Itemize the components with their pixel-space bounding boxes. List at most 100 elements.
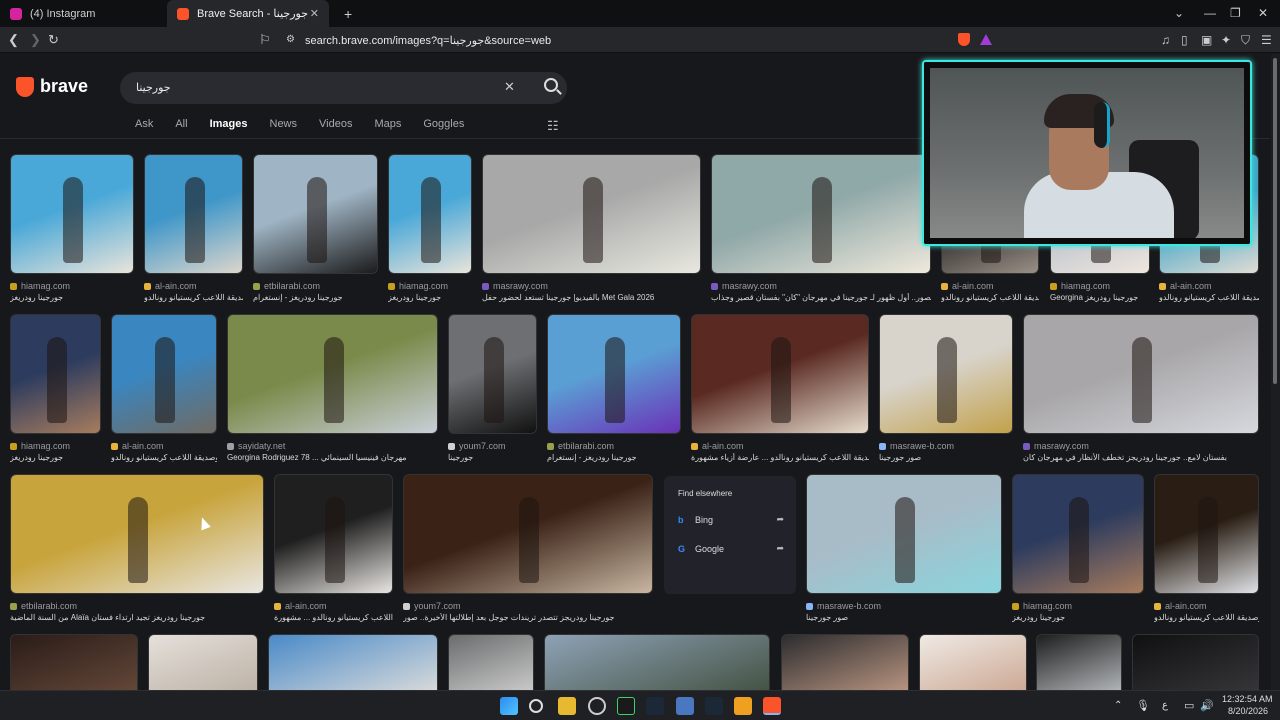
reload-icon[interactable]: ↻ (48, 32, 59, 48)
leo-ai-icon[interactable]: ✦ (1221, 33, 1231, 47)
image-thumbnail[interactable] (711, 154, 931, 274)
image-result[interactable]: masrawy.com بالفيديو| جورجينا تستعد لحضور… (482, 154, 701, 314)
image-thumbnail[interactable] (10, 474, 264, 594)
close-tab-icon[interactable]: ✕ (310, 7, 319, 20)
image-result[interactable]: hiamag.com جورجينا رودريغز (388, 154, 472, 314)
result-title[interactable]: بفستان لامع.. جورجينا رودريجز تخطف الأنظ… (1023, 453, 1259, 462)
result-title[interactable]: Georgina Rodriguez 78 ... مهرجان فينيسيا… (227, 453, 438, 462)
image-thumbnail[interactable] (227, 314, 438, 434)
image-result[interactable]: al-ain.com وصديقة اللاعب كريستيانو رونالد… (274, 474, 393, 634)
image-thumbnail[interactable] (1012, 474, 1144, 594)
image-thumbnail[interactable] (403, 474, 653, 594)
image-result[interactable]: al-ain.com وصديقة اللاعب كريستيانو رونالد… (691, 314, 869, 474)
result-source[interactable]: masrawy.com (482, 281, 548, 291)
result-title[interactable]: بالصور.. أول ظهور لـ جورجينا في مهرجان "… (711, 293, 931, 302)
image-result[interactable]: masrawe-b.com صور جورجينا (879, 314, 1013, 474)
result-title[interactable]: صور جورجينا (806, 613, 1002, 622)
result-source[interactable]: masrawe-b.com (806, 601, 881, 611)
image-result[interactable]: al-ain.com وصديقة اللاعب كريستيانو رونالد… (111, 314, 217, 474)
image-thumbnail[interactable] (10, 314, 101, 434)
result-title[interactable]: وصديقة اللاعب كريستيانو رونالدو (941, 293, 1039, 302)
image-thumbnail[interactable] (448, 634, 534, 690)
result-title[interactable]: وصديقة اللاعب كريستيانو رونالدو (1159, 293, 1259, 302)
result-source[interactable]: al-ain.com (144, 281, 197, 291)
result-title[interactable]: جورجينا رودريغز - إنستغرام (547, 453, 681, 462)
result-source[interactable]: al-ain.com (111, 441, 164, 451)
language-indicator[interactable]: ع (1162, 700, 1168, 711)
image-result[interactable]: youm7.com جورجينا (448, 314, 537, 474)
image-thumbnail[interactable] (268, 634, 438, 690)
tab-instagram[interactable]: (4) Instagram (0, 0, 165, 27)
image-thumbnail[interactable] (691, 314, 869, 434)
result-source[interactable]: hiamag.com (1012, 601, 1072, 611)
tab-all[interactable]: All (175, 118, 187, 130)
file-explorer-icon[interactable] (558, 697, 576, 715)
image-thumbnail[interactable] (781, 634, 909, 690)
tab-videos[interactable]: Videos (319, 118, 352, 130)
result-source[interactable]: youm7.com (448, 441, 506, 451)
search-icon[interactable] (544, 78, 558, 92)
result-title[interactable]: جورجينا رودريغز (10, 453, 101, 462)
image-thumbnail[interactable] (547, 314, 681, 434)
tab-goggles[interactable]: Goggles (423, 118, 464, 130)
result-title[interactable]: وصديقة اللاعب كريستيانو رونالدو (144, 293, 243, 302)
result-title[interactable]: Georgina جورجينا رودريغز (1050, 293, 1150, 302)
image-thumbnail[interactable] (482, 154, 701, 274)
result-title[interactable]: صور جورجينا (879, 453, 1013, 462)
filters-icon[interactable]: ☷ (547, 118, 559, 134)
image-result[interactable]: hiamag.com جورجينا رودريغز (10, 314, 101, 474)
image-thumbnail[interactable] (1023, 314, 1259, 434)
result-title[interactable]: وصديقة اللاعب كريستيانو رونالدو ... عارض… (691, 453, 869, 462)
steam-icon[interactable] (646, 697, 664, 715)
tab-ask[interactable]: Ask (135, 118, 153, 130)
app-window-icon[interactable] (676, 697, 694, 715)
tab-brave-search[interactable]: Brave Search - جورجينا ✕ (167, 0, 329, 27)
bookmark-icon[interactable]: ⚐ (259, 32, 271, 48)
result-source[interactable]: masrawe-b.com (879, 441, 954, 451)
sidebar-icon[interactable]: ▯ (1181, 33, 1188, 47)
image-thumbnail[interactable] (879, 314, 1013, 434)
result-source[interactable]: hiamag.com (10, 281, 70, 291)
tab-maps[interactable]: Maps (374, 118, 401, 130)
result-source[interactable]: hiamag.com (388, 281, 448, 291)
image-thumbnail[interactable] (253, 154, 378, 274)
result-title[interactable]: جورجينا رودريجز تتصدر تريندات جوجل بعد إ… (403, 613, 653, 622)
image-thumbnail[interactable] (544, 634, 770, 690)
steam-alt-icon[interactable] (705, 697, 723, 715)
result-source[interactable]: al-ain.com (1159, 281, 1212, 291)
volume-icon[interactable]: 🔊 (1200, 699, 1214, 712)
clear-icon[interactable]: ✕ (504, 79, 515, 95)
result-title[interactable]: جورجينا (448, 453, 537, 462)
image-thumbnail[interactable] (10, 154, 134, 274)
result-title[interactable]: جورجينا رودريغز - إنستغرام (253, 293, 378, 302)
search-box[interactable]: جورجينا ✕ (120, 72, 567, 104)
image-result[interactable]: masrawe-b.com صور جورجينا (806, 474, 1002, 634)
clock-time[interactable]: 12:32:54 AM (1222, 694, 1273, 704)
terminal-icon[interactable] (617, 697, 635, 715)
find-bing[interactable]: b Bing ➦ (678, 514, 784, 525)
image-result[interactable]: etbilarabi.com جورجينا رودريغز - إنستغرام (547, 314, 681, 474)
image-result[interactable]: hiamag.com جورجينا رودريغز (10, 154, 134, 314)
result-title[interactable]: جورجينا رودريغز (10, 293, 134, 302)
menu-icon[interactable]: ☰ (1261, 33, 1272, 47)
image-result[interactable]: etbilarabi.com من السنة الماضية Alaïa جور… (10, 474, 264, 634)
result-source[interactable]: sayidaty.net (227, 441, 285, 451)
image-thumbnail[interactable] (1154, 474, 1259, 594)
image-thumbnail[interactable] (111, 314, 217, 434)
app-icon[interactable] (734, 697, 752, 715)
back-icon[interactable]: ❮ (8, 32, 19, 48)
url-field[interactable]: search.brave.com/images?q=جورجينا&source… (305, 30, 551, 50)
image-result[interactable]: etbilarabi.com جورجينا رودريغز - إنستغرام (253, 154, 378, 314)
result-title[interactable]: وصديقة اللاعب كريستيانو رونالدو ... مشهو… (274, 613, 393, 622)
image-result[interactable]: al-ain.com وصديقة اللاعب كريستيانو رونالد… (144, 154, 243, 314)
close-window-icon[interactable]: ✕ (1258, 6, 1268, 20)
result-source[interactable]: al-ain.com (691, 441, 744, 451)
image-thumbnail[interactable] (388, 154, 472, 274)
image-result[interactable]: masrawy.com بالصور.. أول ظهور لـ جورجينا … (711, 154, 931, 314)
obs-icon[interactable] (588, 697, 606, 715)
tab-news[interactable]: News (270, 118, 298, 130)
new-tab-button[interactable]: + (334, 0, 362, 27)
result-title[interactable]: وصديقة اللاعب كريستيانو رونالدو (1154, 613, 1259, 622)
image-result[interactable]: al-ain.com وصديقة اللاعب كريستيانو رونالد… (1154, 474, 1259, 634)
wallet-icon[interactable]: ▣ (1201, 33, 1212, 47)
